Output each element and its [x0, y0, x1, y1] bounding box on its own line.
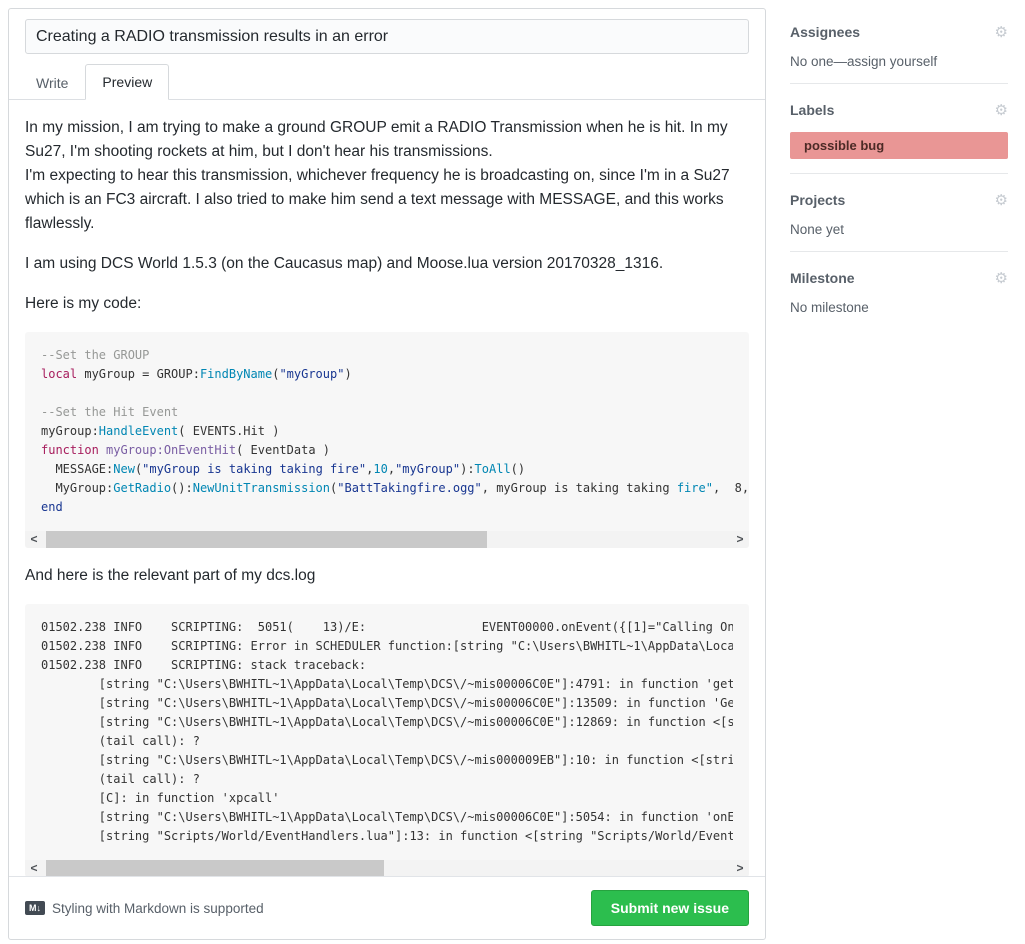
projects-section: Projects ⚙ None yet — [790, 184, 1008, 252]
labels-header[interactable]: Labels ⚙ — [790, 102, 1008, 118]
gear-icon[interactable]: ⚙ — [995, 103, 1008, 118]
projects-title: Projects — [790, 192, 845, 208]
label-possible-bug[interactable]: possible bug — [790, 132, 1008, 159]
title-row — [9, 9, 765, 54]
preview-pane: In my mission, I am trying to make a gro… — [9, 100, 765, 876]
issue-sidebar: Assignees ⚙ No one—assign yourself Label… — [790, 8, 1008, 940]
assignees-title: Assignees — [790, 24, 860, 40]
issue-form-card: Write Preview In my mission, I am trying… — [8, 8, 766, 940]
issue-title-input[interactable] — [25, 19, 749, 54]
dcs-log-text: 01502.238 INFO SCRIPTING: 5051( 13)/E: E… — [41, 618, 733, 846]
version-paragraph: I am using DCS World 1.5.3 (on the Cauca… — [25, 252, 749, 276]
tab-preview[interactable]: Preview — [85, 64, 169, 100]
labels-title: Labels — [790, 102, 834, 118]
tab-write[interactable]: Write — [19, 65, 85, 100]
scroll-right-icon[interactable]: > — [731, 860, 749, 876]
milestone-title: Milestone — [790, 270, 855, 286]
intro-paragraph: In my mission, I am trying to make a gro… — [25, 116, 749, 236]
projects-value: None yet — [790, 222, 1008, 237]
code-intro-paragraph: Here is my code: — [25, 292, 749, 316]
assignees-header[interactable]: Assignees ⚙ — [790, 24, 1008, 40]
code-horizontal-scrollbar: < > — [25, 531, 749, 548]
gear-icon[interactable]: ⚙ — [995, 193, 1008, 208]
milestone-section: Milestone ⚙ No milestone — [790, 262, 1008, 329]
intro-line-1: In my mission, I am trying to make a gro… — [25, 116, 749, 164]
gear-icon[interactable]: ⚙ — [995, 271, 1008, 286]
milestone-header[interactable]: Milestone ⚙ — [790, 270, 1008, 286]
log-horizontal-scrollbar: < > — [25, 860, 749, 876]
projects-header[interactable]: Projects ⚙ — [790, 192, 1008, 208]
scroll-left-icon[interactable]: < — [25, 860, 43, 876]
intro-line-2: I'm expecting to hear this transmission,… — [25, 164, 749, 236]
dcs-log-block: 01502.238 INFO SCRIPTING: 5051( 13)/E: E… — [25, 604, 749, 876]
scroll-left-icon[interactable]: < — [25, 531, 43, 548]
submit-new-issue-button[interactable]: Submit new issue — [591, 890, 749, 926]
form-footer: M↓ Styling with Markdown is supported Su… — [9, 876, 765, 939]
scrollbar-thumb[interactable] — [46, 531, 486, 548]
scrollbar-track[interactable] — [43, 531, 731, 548]
markdown-note-text: Styling with Markdown is supported — [52, 901, 264, 916]
scroll-right-icon[interactable]: > — [731, 531, 749, 548]
assignees-section: Assignees ⚙ No one—assign yourself — [790, 16, 1008, 84]
lua-code: --Set the GROUPlocal myGroup = GROUP:Fin… — [25, 332, 749, 523]
write-preview-tabs: Write Preview — [9, 54, 765, 100]
assignees-value[interactable]: No one—assign yourself — [790, 54, 1008, 69]
milestone-value: No milestone — [790, 300, 1008, 315]
scrollbar-thumb[interactable] — [46, 860, 383, 876]
scrollbar-track[interactable] — [43, 860, 731, 876]
labels-section: Labels ⚙ possible bug — [790, 94, 1008, 174]
gear-icon[interactable]: ⚙ — [995, 25, 1008, 40]
log-intro-paragraph: And here is the relevant part of my dcs.… — [25, 564, 749, 588]
lua-code-block: --Set the GROUPlocal myGroup = GROUP:Fin… — [25, 332, 749, 548]
markdown-supported-link[interactable]: M↓ Styling with Markdown is supported — [25, 901, 264, 916]
new-issue-page: Write Preview In my mission, I am trying… — [0, 0, 1025, 944]
markdown-icon: M↓ — [25, 901, 45, 915]
